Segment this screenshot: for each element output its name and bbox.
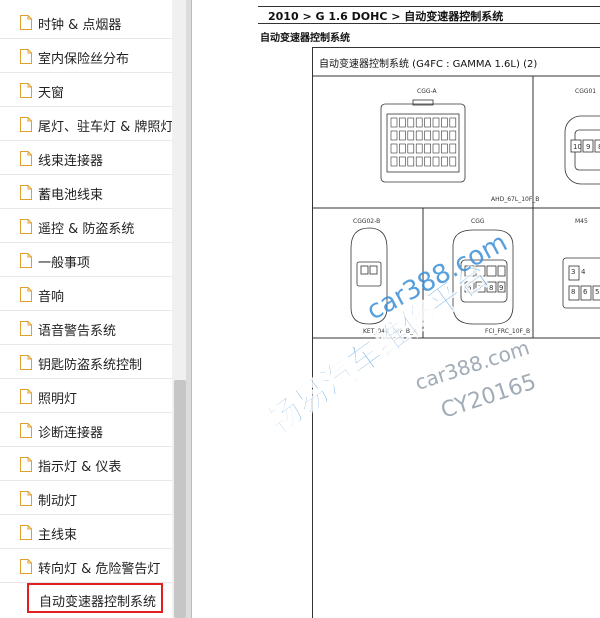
sidebar-item-label: 音响 — [38, 290, 65, 305]
connector-cgg01 — [564, 115, 600, 185]
sidebar-item-label: 时钟 & 点烟器 — [38, 18, 122, 33]
document-icon — [20, 15, 32, 30]
connector-cgg02-b — [350, 227, 388, 325]
sidebar-item[interactable]: 一般事项 — [0, 244, 172, 277]
sidebar-item[interactable]: 钥匙防盗系统控制 — [0, 346, 172, 379]
sidebar-item-label: 天窗 — [38, 86, 65, 101]
sidebar-item-label: 指示灯 & 仪表 — [38, 460, 122, 475]
sidebar-item[interactable]: 音响 — [0, 278, 172, 311]
cgg03-pin-label: 6 — [467, 284, 472, 292]
document-icon — [20, 321, 32, 336]
sidebar-item[interactable]: 遥控 & 防盗系统 — [0, 210, 172, 243]
m45-pin-label: 4 — [581, 268, 586, 276]
connector-cgg01-name: CGG01 — [575, 88, 597, 95]
breadcrumb: 2010 > G 1.6 DOHC > 自动变速器控制系统 — [268, 10, 504, 23]
sidebar-item[interactable]: 线束连接器 — [0, 142, 172, 175]
document-icon — [20, 117, 32, 132]
sidebar-item-label: 尾灯、驻车灯 & 牌照灯 — [38, 120, 174, 135]
document-icon — [20, 559, 32, 574]
document-icon — [20, 525, 32, 540]
sidebar-item[interactable]: 蓄电池线束 — [0, 176, 172, 209]
document-icon — [20, 185, 32, 200]
sidebar-item[interactable]: 尾灯、驻车灯 & 牌照灯 — [0, 108, 174, 141]
sidebar-item[interactable]: 照明灯 — [0, 380, 172, 413]
connector-cgg03 — [452, 229, 514, 325]
sidebar-item-label: 转向灯 & 危险警告灯 — [38, 562, 161, 577]
sidebar-item[interactable]: 诊断连接器 — [0, 414, 172, 447]
sidebar-item[interactable]: 自动变速器控制系统 — [27, 583, 163, 613]
sidebar-item[interactable]: 语音警告系统 — [0, 312, 172, 345]
sidebar-nav: 时钟 & 点烟器 室内保险丝分布 天窗尾灯、驻车灯 & 牌照灯 线束连接器蓄电池线束遥… — [0, 0, 190, 618]
sidebar-item-label: 照明灯 — [38, 392, 78, 407]
m45-pin-label: 8 — [571, 288, 576, 296]
sidebar-scrollbar-thumb[interactable] — [174, 380, 186, 618]
cgg03-pin-label: 9 — [499, 284, 504, 292]
sidebar-item-label: 室内保险丝分布 — [38, 52, 130, 67]
cgg03-pin-label: 8 — [489, 284, 494, 292]
sidebar-item[interactable]: 室内保险丝分布 — [0, 40, 172, 73]
document-icon — [20, 423, 32, 438]
document-icon — [20, 389, 32, 404]
document-icon — [20, 287, 32, 302]
document-icon — [20, 49, 32, 64]
sidebar-item-label: 遥控 & 防盗系统 — [38, 222, 135, 237]
document-viewer: 2010 > G 1.6 DOHC > 自动变速器控制系统 自动变速器控制系统 … — [192, 0, 600, 618]
sidebar-item-label: 钥匙防盗系统控制 — [38, 358, 143, 373]
connector-cgg02-b-code: KET_040_10F_B_A — [363, 328, 418, 335]
connector-cgg-a-code: AHD_67L_10F_B — [491, 196, 540, 203]
connector-cgg03-name: CGG — [471, 218, 485, 225]
sidebar-item-label: 自动变速器控制系统 — [39, 595, 157, 610]
sidebar-item-label: 线束连接器 — [38, 154, 104, 169]
m45-pin-label: 6 — [583, 288, 588, 296]
sidebar-item[interactable]: 指示灯 & 仪表 — [0, 448, 172, 481]
sidebar-item-label: 蓄电池线束 — [38, 188, 104, 203]
sidebar-item[interactable]: 制动灯 — [0, 482, 172, 515]
breadcrumb-bar: 2010 > G 1.6 DOHC > 自动变速器控制系统 — [258, 6, 600, 24]
connector-diagram-drawing — [313, 75, 600, 339]
connector-m45 — [562, 257, 600, 309]
document-icon — [20, 355, 32, 370]
sidebar-item[interactable]: 转向灯 & 危险警告灯 — [0, 550, 172, 583]
m45-pin-label: 5 — [595, 288, 600, 296]
document-icon — [20, 253, 32, 268]
sidebar-item-label: 语音警告系统 — [38, 324, 117, 339]
section-title: 自动变速器控制系统 — [260, 33, 350, 44]
sidebar-item[interactable]: 时钟 & 点烟器 — [0, 6, 172, 39]
document-icon — [20, 457, 32, 472]
document-icon — [20, 83, 32, 98]
sidebar-item[interactable]: 主线束 — [0, 516, 172, 549]
document-icon — [20, 151, 32, 166]
cgg01-pin-label: 10 — [573, 143, 582, 151]
sidebar-item-label: 诊断连接器 — [38, 426, 104, 441]
connector-m45-name: M45 — [575, 218, 588, 225]
sidebar-item-label: 一般事项 — [38, 256, 91, 271]
connector-cgg-a-name: CGG-A — [417, 88, 437, 95]
sidebar-item-label: 制动灯 — [38, 494, 78, 509]
connector-diagram: 自动变速器控制系统 (G4FC : GAMMA 1.6L) (2) CGG-A … — [312, 47, 600, 618]
sidebar-item[interactable]: 天窗 — [0, 74, 172, 107]
m45-pin-label: 3 — [571, 268, 576, 276]
connector-cgg03-code: FCI_FRC_10F_B — [485, 328, 531, 335]
document-icon — [20, 491, 32, 506]
document-icon — [20, 219, 32, 234]
cgg01-pin-label: 9 — [586, 143, 591, 151]
cgg03-pin-label: 7 — [478, 284, 483, 292]
connector-cgg-a — [380, 99, 466, 183]
sidebar-item-label: 主线束 — [38, 528, 78, 543]
connector-cgg02-b-name: CGG02-B — [353, 218, 381, 225]
